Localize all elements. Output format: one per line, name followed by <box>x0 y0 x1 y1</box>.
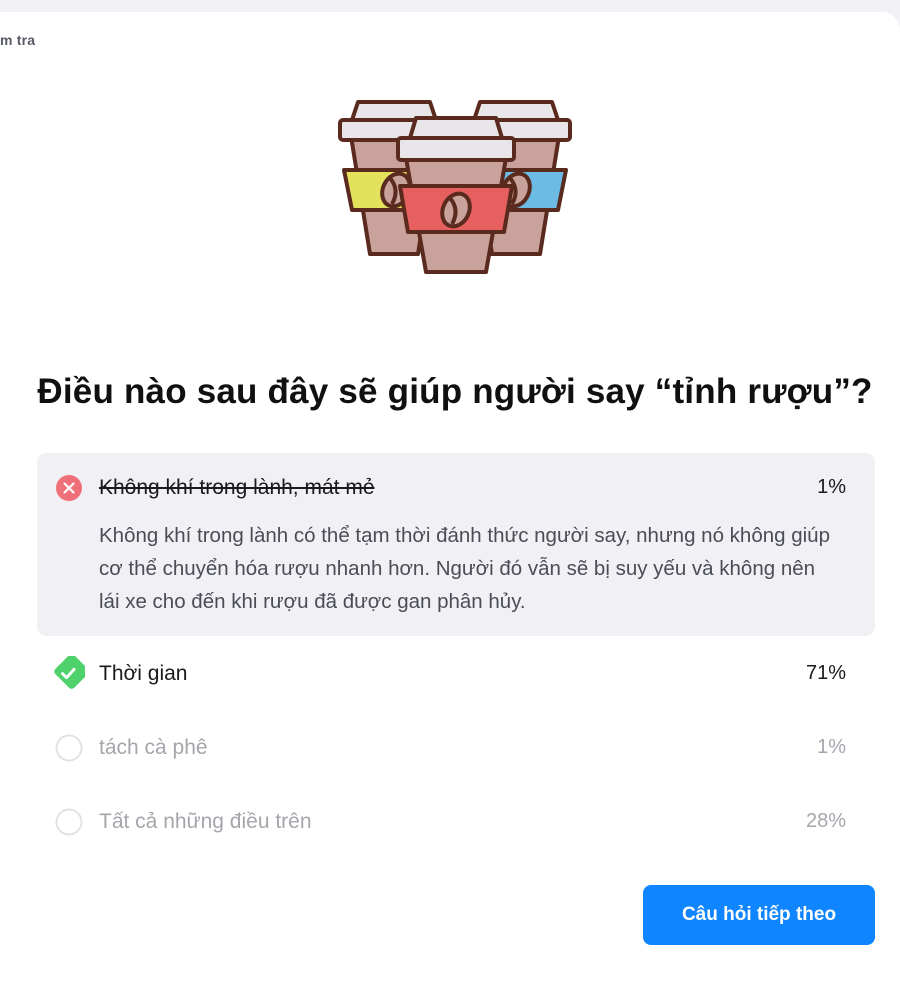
answer-percent: 1% <box>817 476 846 498</box>
question-title: Điều nào sau đây sẽ giúp người say “tỉnh… <box>37 372 873 411</box>
quiz-card: m tra Điều nào sau đây sẽ giúp người say… <box>0 12 900 992</box>
breadcrumb: m tra <box>0 32 36 48</box>
incorrect-x-icon <box>56 475 82 501</box>
answer-label: tách cà phê <box>99 736 208 759</box>
answer-percent: 1% <box>817 736 846 758</box>
answer-label: Thời gian <box>99 662 188 685</box>
answer-options: Không khí trong lành, mát mẻ 1% Không kh… <box>37 453 875 858</box>
coffee-cups-icon <box>338 100 572 274</box>
answer-explanation: Không khí trong lành có thể tạm thời đán… <box>99 524 830 613</box>
next-question-button[interactable]: Câu hỏi tiếp theo <box>643 885 875 945</box>
answer-label: Không khí trong lành, mát mẻ <box>99 476 375 499</box>
answer-option-incorrect[interactable]: Không khí trong lành, mát mẻ 1% Không kh… <box>37 453 875 636</box>
answer-option[interactable]: Tất cả những điều trên 28% <box>37 784 875 858</box>
answer-option[interactable]: tách cà phê 1% <box>37 710 875 784</box>
answer-percent: 28% <box>805 810 846 832</box>
radio-circle-icon <box>55 734 83 762</box>
radio-circle-icon <box>55 808 83 836</box>
correct-check-icon <box>54 656 85 689</box>
answer-option-correct[interactable]: Thời gian 71% <box>37 636 875 710</box>
answer-label: Tất cả những điều trên <box>99 810 312 833</box>
answer-percent: 71% <box>805 662 846 684</box>
